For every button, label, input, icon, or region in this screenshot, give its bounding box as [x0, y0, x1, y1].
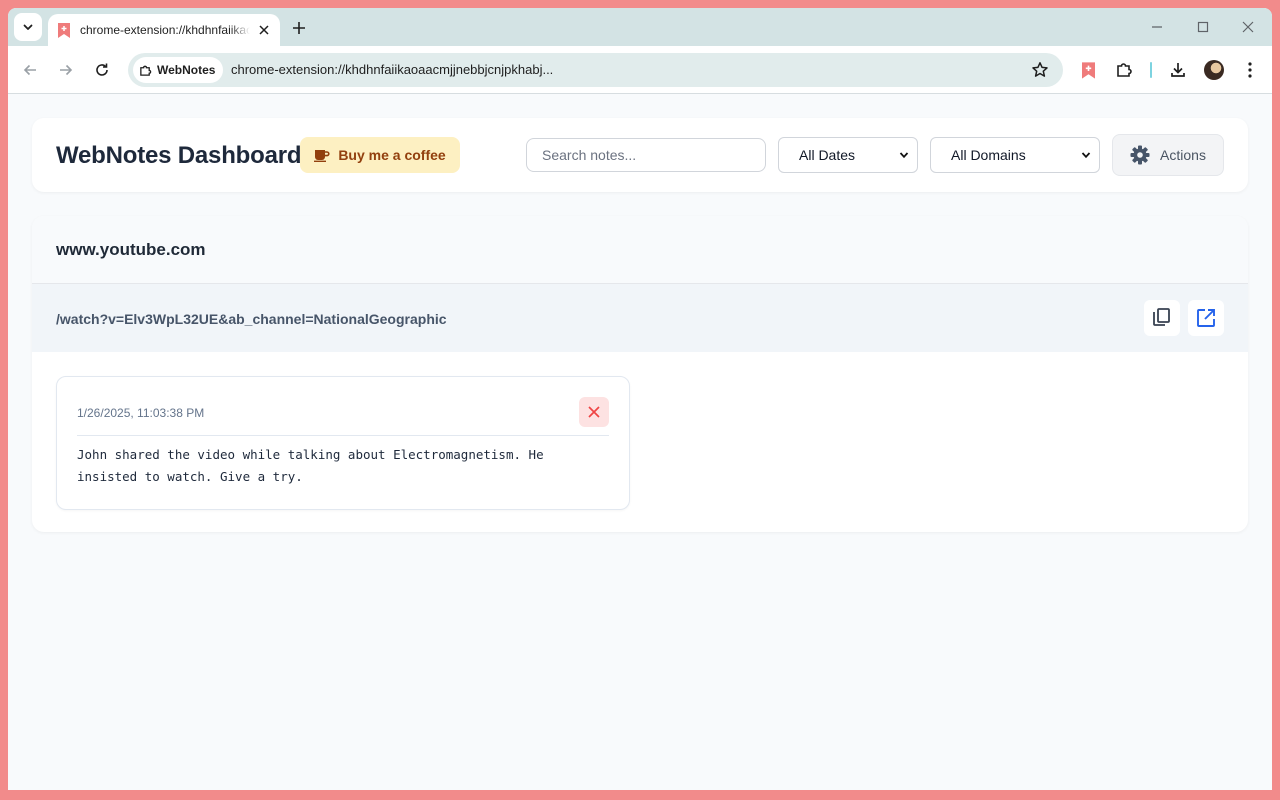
domain-group-header: www.youtube.com: [32, 216, 1248, 284]
actions-button[interactable]: Actions: [1112, 134, 1224, 176]
tab-close-button[interactable]: [256, 22, 272, 38]
reload-button[interactable]: [90, 58, 114, 82]
domain-name: www.youtube.com: [56, 240, 206, 259]
dashboard-header: WebNotes Dashboard Buy me a coffee All D…: [32, 118, 1248, 192]
copy-url-button[interactable]: [1144, 300, 1180, 336]
bookmark-plus-icon: [1081, 61, 1095, 79]
domain-filter-value: All Domains: [951, 147, 1026, 163]
arrow-right-icon: [60, 64, 73, 76]
page-title: WebNotes Dashboard: [56, 142, 302, 169]
plus-icon: [293, 22, 305, 34]
search-input[interactable]: [526, 138, 766, 172]
copy-icon: [1153, 308, 1170, 326]
tab-strip: chrome-extension://khdhnfaiikaoaacmjjneb…: [8, 8, 1272, 46]
open-external-icon: [1197, 309, 1215, 327]
forward-button[interactable]: [54, 58, 78, 82]
delete-note-button[interactable]: [579, 397, 609, 427]
page-path: /watch?v=Elv3WpL32UE&ab_channel=National…: [56, 311, 447, 327]
page-path-row: /watch?v=Elv3WpL32UE&ab_channel=National…: [32, 284, 1248, 352]
browser-menu-button[interactable]: [1239, 59, 1261, 81]
note-divider: [77, 435, 609, 436]
close-window-button[interactable]: [1239, 18, 1257, 36]
browser-toolbar: WebNotes chrome-extension://khdhnfaiikao…: [8, 46, 1272, 94]
chevron-down-icon: [23, 24, 33, 30]
close-icon: [259, 25, 269, 35]
note-timestamp: 1/26/2025, 11:03:38 PM: [77, 406, 205, 420]
site-chip-label: WebNotes: [157, 63, 216, 77]
bookmark-star-icon[interactable]: [1031, 61, 1049, 79]
active-tab[interactable]: chrome-extension://khdhnfaiikaoaacmjjneb…: [48, 14, 280, 46]
downloads-button[interactable]: [1167, 59, 1189, 81]
tab-title: chrome-extension://khdhnfaiikaoaacmjjneb…: [80, 23, 250, 37]
tab-search-button[interactable]: [14, 13, 42, 41]
close-icon: [588, 406, 600, 418]
date-filter-select[interactable]: All Dates: [778, 137, 918, 173]
buy-coffee-label: Buy me a coffee: [338, 147, 446, 163]
more-vert-icon: [1248, 62, 1252, 78]
open-page-button[interactable]: [1188, 300, 1224, 336]
chevron-down-icon: [1081, 152, 1091, 159]
toolbar-separator: [1150, 62, 1152, 78]
note-card: 1/26/2025, 11:03:38 PM John shared the v…: [56, 376, 630, 510]
bookmark-plus-icon: [58, 22, 70, 38]
site-info-chip[interactable]: WebNotes: [133, 57, 224, 83]
extension-puzzle-icon: [140, 65, 152, 76]
new-tab-button[interactable]: [288, 17, 310, 39]
maximize-button[interactable]: [1194, 18, 1212, 36]
domain-group: www.youtube.com /watch?v=Elv3WpL32UE&ab_…: [32, 216, 1248, 532]
buy-coffee-button[interactable]: Buy me a coffee: [300, 137, 460, 173]
domain-filter-select[interactable]: All Domains: [930, 137, 1100, 173]
url-text: chrome-extension://khdhnfaiikaoaacmjjneb…: [231, 62, 554, 77]
browser-window: chrome-extension://khdhnfaiikaoaacmjjneb…: [8, 8, 1272, 790]
close-icon: [1242, 21, 1254, 33]
coffee-cup-icon: [314, 150, 330, 162]
extensions-button[interactable]: [1113, 59, 1135, 81]
extension-puzzle-icon: [1117, 63, 1132, 77]
note-text: John shared the video while talking abou…: [77, 447, 544, 484]
gear-icon: [1130, 145, 1150, 165]
address-bar[interactable]: WebNotes chrome-extension://khdhnfaiikao…: [128, 53, 1063, 87]
actions-label: Actions: [1160, 147, 1206, 163]
back-button[interactable]: [18, 58, 42, 82]
minimize-button[interactable]: [1148, 18, 1166, 36]
maximize-icon: [1197, 21, 1209, 33]
reload-icon: [96, 63, 108, 76]
chevron-down-icon: [899, 152, 909, 159]
arrow-left-icon: [23, 64, 36, 76]
webnotes-extension-button[interactable]: [1077, 59, 1099, 81]
minimize-icon: [1152, 26, 1162, 28]
download-icon: [1171, 63, 1185, 77]
dashboard-page: WebNotes Dashboard Buy me a coffee All D…: [8, 94, 1272, 790]
profile-avatar[interactable]: [1204, 60, 1224, 80]
date-filter-value: All Dates: [799, 147, 856, 163]
